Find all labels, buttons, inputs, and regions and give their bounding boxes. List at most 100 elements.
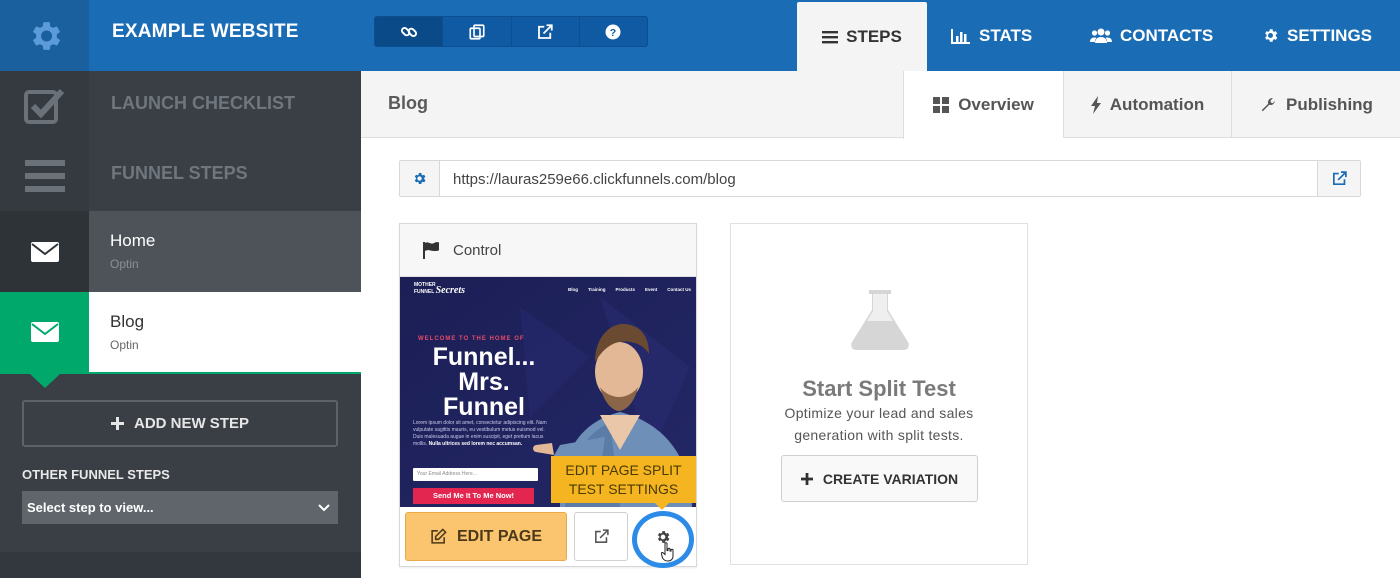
sidebar-footer bbox=[0, 552, 361, 578]
preview-logo: MOTHER FUNNEL Secrets bbox=[414, 282, 466, 296]
envelope-icon bbox=[30, 242, 59, 262]
control-card-title: Control bbox=[453, 242, 502, 259]
split-tooltip-line: EDIT PAGE SPLIT bbox=[565, 462, 682, 478]
copy-button[interactable] bbox=[443, 17, 512, 46]
preview-nav-item: Training bbox=[588, 287, 606, 292]
gear-icon bbox=[1265, 29, 1278, 42]
step-title: Blog bbox=[110, 312, 145, 331]
top-bar: EXAMPLE WEBSITE ? STEPS STATS CONTACTS S… bbox=[0, 0, 1400, 71]
preview-page-button[interactable] bbox=[574, 512, 628, 561]
preview-nav: Blog Training Products Event Contact Us bbox=[568, 287, 691, 292]
sidebar-step-blog[interactable]: Blog Optin bbox=[0, 292, 361, 374]
control-card-header: Control bbox=[400, 224, 696, 277]
sidebar-icon-column bbox=[0, 71, 89, 141]
step-icon-box bbox=[0, 292, 89, 372]
envelope-icon bbox=[30, 322, 59, 342]
flag-icon bbox=[423, 242, 439, 259]
preview-logo-script: Secrets bbox=[435, 285, 466, 296]
create-variation-button[interactable]: CREATE VARIATION bbox=[781, 455, 978, 502]
step-subtitle: Optin bbox=[110, 338, 139, 352]
gear-icon bbox=[32, 21, 60, 50]
create-variation-label: CREATE VARIATION bbox=[822, 470, 959, 487]
step-select-value: Select step to view... bbox=[27, 500, 154, 515]
preview-nav-item: Event bbox=[645, 287, 658, 292]
copy-icon bbox=[469, 23, 485, 40]
preview-cta-button: Send Me It To Me Now! bbox=[413, 488, 534, 504]
nav-stats[interactable]: STATS bbox=[951, 0, 1032, 71]
funnel-settings-button[interactable] bbox=[0, 0, 89, 71]
open-url-button[interactable] bbox=[1317, 161, 1360, 196]
page-url-text[interactable]: https://lauras259e66.clickfunnels.com/bl… bbox=[453, 171, 736, 188]
add-new-step-button[interactable]: ADD NEW STEP bbox=[22, 400, 338, 447]
split-test-title: Start Split Test bbox=[802, 376, 956, 401]
gear-icon bbox=[414, 173, 426, 184]
nav-steps-label: STEPS bbox=[846, 26, 902, 46]
users-icon bbox=[1090, 28, 1112, 43]
sidebar-funnel-steps[interactable]: FUNNEL STEPS bbox=[0, 141, 361, 211]
hamburger-icon bbox=[24, 160, 65, 192]
step-subtitle: Optin bbox=[110, 257, 139, 271]
preview-welcome: WELCOME TO THE HOME OF bbox=[418, 336, 525, 342]
preview-headline-line: Funnel... bbox=[432, 343, 536, 371]
tab-automation[interactable]: Automation bbox=[1063, 71, 1231, 138]
split-test-tooltip: EDIT PAGE SPLIT TEST SETTINGS bbox=[551, 456, 696, 503]
external-link-icon bbox=[594, 529, 609, 543]
sidebar: LAUNCH CHECKLIST FUNNEL STEPS Home Optin… bbox=[0, 71, 361, 578]
svg-text:?: ? bbox=[610, 26, 616, 38]
open-external-button[interactable] bbox=[512, 17, 580, 46]
launch-checklist-label: LAUNCH CHECKLIST bbox=[111, 93, 295, 113]
checkbox-icon bbox=[23, 88, 64, 124]
nav-contacts-label: CONTACTS bbox=[1120, 25, 1214, 45]
sidebar-launch-checklist[interactable]: LAUNCH CHECKLIST bbox=[0, 71, 361, 141]
split-test-settings-button[interactable] bbox=[632, 511, 694, 568]
split-test-description: Optimize your lead and sales generation … bbox=[784, 405, 974, 443]
nav-stats-label: STATS bbox=[979, 25, 1033, 45]
tab-publishing-label: Publishing bbox=[1286, 94, 1373, 114]
preview-body: Lorem ipsum dolor sit amet, consectetur … bbox=[413, 420, 553, 448]
external-link-icon bbox=[538, 23, 553, 39]
preview-headline-line: Funnel bbox=[443, 393, 525, 421]
tab-overview-label: Overview bbox=[958, 95, 1034, 114]
active-step-pointer bbox=[30, 374, 60, 388]
chevron-down-icon bbox=[318, 503, 330, 511]
tab-publishing[interactable]: Publishing bbox=[1231, 71, 1400, 138]
edit-page-button[interactable]: EDIT PAGE bbox=[405, 512, 567, 561]
preview-nav-item: Products bbox=[615, 287, 636, 292]
preview-headline-line: Mrs. bbox=[458, 368, 510, 396]
plus-icon bbox=[110, 417, 124, 430]
step-title: Home bbox=[110, 231, 156, 250]
bar-chart-icon bbox=[951, 28, 970, 44]
step-select[interactable]: Select step to view... bbox=[22, 491, 338, 524]
url-settings-button[interactable] bbox=[400, 161, 440, 196]
page-title: Blog bbox=[388, 93, 428, 113]
flask-icon bbox=[851, 290, 909, 350]
preview-email-input: Your Email Address Here... bbox=[413, 468, 538, 481]
edit-icon bbox=[431, 528, 447, 544]
external-link-icon bbox=[1332, 171, 1347, 186]
tab-overview[interactable]: Overview bbox=[903, 71, 1063, 139]
preview-body-bold: Nulla ultrices sed lorem nec accumsan. bbox=[428, 441, 523, 447]
add-new-step-label: ADD NEW STEP bbox=[133, 415, 249, 432]
split-tooltip-line: TEST SETTINGS bbox=[568, 481, 679, 497]
nav-settings-label: SETTINGS bbox=[1287, 25, 1373, 45]
link-icon bbox=[400, 26, 417, 37]
funnel-tool-group: ? bbox=[374, 16, 648, 47]
preview-headline: Funnel... Mrs. Funnel bbox=[400, 345, 568, 420]
help-button[interactable]: ? bbox=[580, 17, 647, 46]
tooltip-pointer bbox=[655, 503, 669, 510]
split-test-card: Start Split Test Optimize your lead and … bbox=[730, 223, 1028, 565]
help-icon: ? bbox=[605, 24, 621, 39]
bolt-icon bbox=[1090, 95, 1101, 114]
wrench-icon bbox=[1261, 97, 1275, 111]
preview-logo-mid: FUNNEL bbox=[414, 289, 435, 295]
list-icon bbox=[822, 30, 839, 43]
hand-cursor-icon bbox=[661, 542, 674, 562]
preview-nav-item: Blog bbox=[568, 287, 578, 292]
nav-settings[interactable]: SETTINGS bbox=[1262, 0, 1372, 71]
tab-automation-label: Automation bbox=[1109, 94, 1205, 114]
nav-contacts[interactable]: CONTACTS bbox=[1090, 0, 1213, 71]
step-icon-box bbox=[0, 211, 89, 293]
sidebar-step-home[interactable]: Home Optin bbox=[0, 211, 361, 307]
link-button[interactable] bbox=[375, 17, 444, 46]
nav-steps[interactable]: STEPS bbox=[797, 2, 927, 71]
